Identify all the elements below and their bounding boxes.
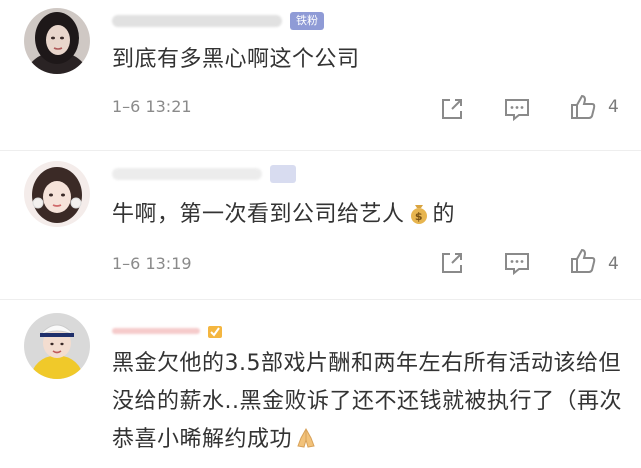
comment-item-2: 牛啊，第一次看到公司给艺人 $ 的 1–6 13:19 4	[0, 151, 641, 299]
comment-icon[interactable]	[502, 248, 532, 278]
comment-text: 牛啊，第一次看到公司给艺人 $ 的	[112, 196, 632, 234]
fan-badge	[270, 165, 296, 183]
avatar[interactable]	[24, 8, 90, 74]
comment-time: 1–6 13:19	[112, 254, 192, 273]
comment-item-3: 黑金欠他的3.5部戏片酬和两年左右所有活动该给但没给的薪水..黑金败诉了还不还钱…	[0, 300, 641, 468]
fan-badge: 铁粉	[290, 12, 324, 30]
like-count: 4	[608, 254, 619, 274]
username-row	[112, 163, 296, 185]
money-bag-emoji: $	[407, 200, 431, 224]
like-count: 4	[608, 97, 619, 117]
comment-text-part: 的	[432, 202, 456, 227]
share-icon[interactable]	[437, 248, 467, 278]
username[interactable]	[112, 328, 200, 334]
avatar[interactable]	[24, 313, 90, 379]
comment-icon[interactable]	[502, 94, 532, 124]
username[interactable]	[112, 168, 262, 180]
thumbs-up-icon[interactable]	[568, 92, 598, 122]
comment-text-part: 牛啊，第一次看到公司给艺人	[112, 202, 405, 227]
comment-text: 到底有多黑心啊这个公司	[112, 47, 360, 72]
avatar[interactable]	[24, 161, 90, 227]
thumbs-up-icon[interactable]	[568, 246, 598, 276]
gold-member-icon	[206, 322, 224, 340]
share-icon[interactable]	[437, 94, 467, 124]
praying-hands-emoji	[294, 425, 318, 449]
comment-time: 1–6 13:21	[112, 97, 192, 116]
comment-item-1: 铁粉 到底有多黑心啊这个公司 1–6 13:21 4	[0, 0, 641, 150]
username[interactable]	[112, 15, 282, 27]
username-row: 铁粉	[112, 10, 324, 32]
username-row	[112, 320, 224, 342]
comment-text-body: 黑金欠他的3.5部戏片酬和两年左右所有活动该给但没给的薪水..黑金败诉了还不还钱…	[112, 351, 622, 452]
comment-text: 黑金欠他的3.5部戏片酬和两年左右所有活动该给但没给的薪水..黑金败诉了还不还钱…	[112, 345, 632, 459]
svg-text:$: $	[414, 210, 422, 223]
